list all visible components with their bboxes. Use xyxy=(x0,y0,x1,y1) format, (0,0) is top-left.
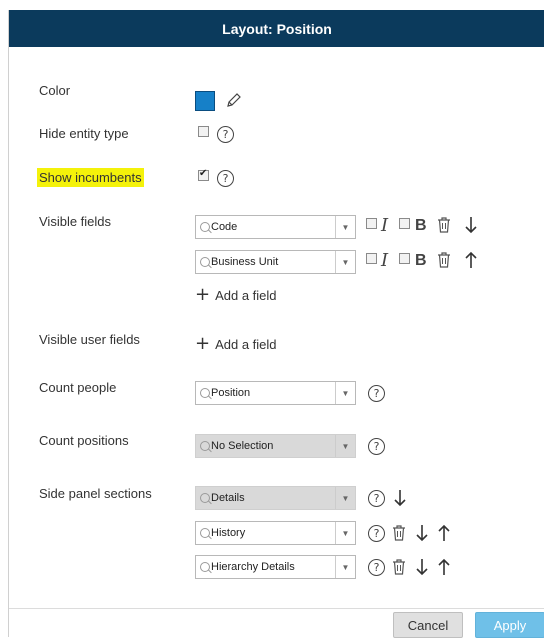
help-icon[interactable]: ? xyxy=(368,559,385,576)
trash-icon[interactable] xyxy=(437,252,451,268)
side-panel-section-select[interactable]: Hierarchy Details ▼ xyxy=(195,555,356,579)
show-incumbents-label: Show incumbents xyxy=(37,168,144,187)
chevron-down-icon[interactable]: ▼ xyxy=(335,556,355,578)
pencil-icon[interactable] xyxy=(225,91,243,109)
italic-icon: I xyxy=(381,250,389,271)
side-panel-section-select[interactable]: History ▼ xyxy=(195,521,356,545)
help-icon[interactable]: ? xyxy=(217,170,234,187)
cancel-button[interactable]: Cancel xyxy=(393,612,463,638)
show-incumbents-checkbox[interactable] xyxy=(198,168,209,181)
apply-button[interactable]: Apply xyxy=(475,612,544,638)
arrow-down-icon[interactable] xyxy=(415,558,429,576)
bold-icon: B xyxy=(415,217,427,234)
dialog-title: Layout: Position xyxy=(9,10,544,47)
help-icon[interactable]: ? xyxy=(217,126,234,143)
chevron-down-icon[interactable]: ▼ xyxy=(335,435,355,457)
chevron-down-icon[interactable]: ▼ xyxy=(335,251,355,273)
color-label: Color xyxy=(39,83,71,98)
help-icon[interactable]: ? xyxy=(368,525,385,542)
count-people-select[interactable]: Position ▼ xyxy=(195,381,356,405)
italic-checkbox[interactable] xyxy=(366,253,377,264)
arrow-up-icon[interactable] xyxy=(464,251,478,269)
search-icon xyxy=(200,388,210,398)
search-icon xyxy=(200,493,210,503)
chevron-down-icon[interactable]: ▼ xyxy=(335,487,355,509)
search-icon xyxy=(200,441,210,451)
count-positions-label: Count positions xyxy=(39,433,129,448)
visible-user-fields-label: Visible user fields xyxy=(39,332,140,347)
bold-checkbox[interactable] xyxy=(399,218,410,229)
count-people-value: Position xyxy=(211,387,251,399)
side-panel-sections-label: Side panel sections xyxy=(39,486,152,501)
plus-icon: + xyxy=(195,284,211,305)
search-icon xyxy=(200,562,210,572)
arrow-down-icon[interactable] xyxy=(393,489,407,507)
arrow-up-icon[interactable] xyxy=(437,524,451,542)
color-swatch[interactable] xyxy=(195,91,215,111)
count-positions-select[interactable]: No Selection ▼ xyxy=(195,434,356,458)
add-field-label: Add a field xyxy=(215,287,277,303)
count-people-label: Count people xyxy=(39,380,117,395)
count-positions-value: No Selection xyxy=(211,440,274,452)
add-field-label: Add a field xyxy=(215,336,277,352)
italic-icon: I xyxy=(381,215,389,236)
trash-icon[interactable] xyxy=(392,525,406,541)
search-icon xyxy=(200,222,210,232)
side-panel-section-value: Details xyxy=(211,492,245,504)
side-panel-section-value: Hierarchy Details xyxy=(211,561,295,573)
search-icon xyxy=(200,257,210,267)
visible-field-select[interactable]: Business Unit ▼ xyxy=(195,250,356,274)
help-icon[interactable]: ? xyxy=(368,385,385,402)
trash-icon[interactable] xyxy=(392,559,406,575)
arrow-up-icon[interactable] xyxy=(437,558,451,576)
trash-icon[interactable] xyxy=(437,217,451,233)
add-field-button[interactable]: + Add a field xyxy=(195,284,277,305)
search-icon xyxy=(200,528,210,538)
visible-field-value: Code xyxy=(211,221,238,233)
help-icon[interactable]: ? xyxy=(368,438,385,455)
hide-entity-type-checkbox[interactable] xyxy=(198,126,209,137)
italic-checkbox[interactable] xyxy=(366,218,377,229)
bold-checkbox[interactable] xyxy=(399,253,410,264)
visible-field-value: Business Unit xyxy=(211,256,279,268)
side-panel-section-select[interactable]: Details ▼ xyxy=(195,486,356,510)
hide-entity-type-label: Hide entity type xyxy=(39,126,129,141)
chevron-down-icon[interactable]: ▼ xyxy=(335,522,355,544)
side-panel-section-value: History xyxy=(211,527,246,539)
arrow-down-icon[interactable] xyxy=(415,524,429,542)
dialog-footer xyxy=(9,608,544,637)
bold-icon: B xyxy=(415,252,427,269)
plus-icon: + xyxy=(195,333,211,354)
visible-fields-label: Visible fields xyxy=(39,214,112,229)
chevron-down-icon[interactable]: ▼ xyxy=(335,216,355,238)
layout-dialog: Layout: Position Color Hide entity type … xyxy=(8,10,544,638)
show-incumbents-text: Show incumbents xyxy=(37,168,144,187)
visible-field-select[interactable]: Code ▼ xyxy=(195,215,356,239)
add-user-field-button[interactable]: + Add a field xyxy=(195,333,277,354)
chevron-down-icon[interactable]: ▼ xyxy=(335,382,355,404)
help-icon[interactable]: ? xyxy=(368,490,385,507)
arrow-down-icon[interactable] xyxy=(464,216,478,234)
